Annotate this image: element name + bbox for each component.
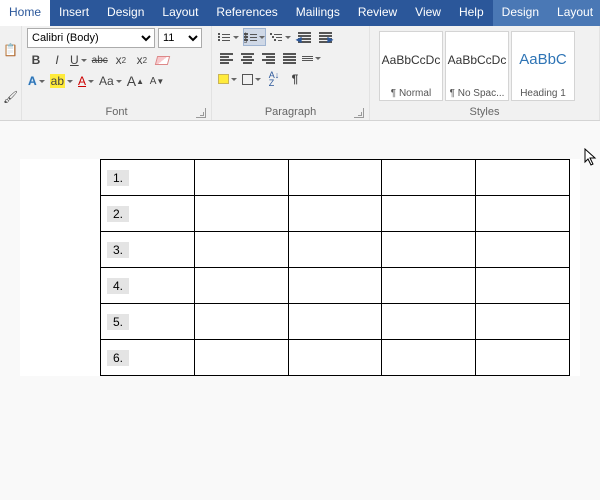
- tab-home[interactable]: Home: [0, 0, 50, 26]
- paragraph-dialog-launcher[interactable]: [354, 108, 364, 118]
- bullets-button[interactable]: [217, 28, 240, 46]
- show-marks-button[interactable]: ¶: [286, 70, 304, 88]
- justify-icon: [283, 53, 296, 64]
- tab-table-layout[interactable]: Layout: [548, 0, 600, 26]
- style-heading-1[interactable]: AaBbCHeading 1: [511, 31, 575, 101]
- increase-indent-button[interactable]: ▶: [316, 28, 334, 46]
- align-left-icon: [220, 53, 233, 64]
- multilevel-list-button[interactable]: [269, 28, 292, 46]
- table-row: 3.: [101, 232, 570, 268]
- table-row: 5.: [101, 304, 570, 340]
- align-left-button[interactable]: [217, 49, 235, 67]
- sort-icon: A↓Z: [269, 71, 280, 87]
- text-effects-button[interactable]: A: [27, 72, 46, 90]
- sort-button[interactable]: A↓Z: [265, 70, 283, 88]
- style-no-spacing[interactable]: AaBbCcDc¶ No Spac...: [445, 31, 509, 101]
- line-spacing-icon: [302, 56, 313, 61]
- italic-button[interactable]: I: [48, 51, 66, 69]
- align-center-button[interactable]: [238, 49, 256, 67]
- font-size-select[interactable]: 11: [158, 28, 202, 48]
- ribbon-tabs: Home Insert Design Layout References Mai…: [0, 0, 600, 26]
- decrease-indent-icon: ◀: [298, 32, 311, 43]
- justify-button[interactable]: [280, 49, 298, 67]
- bucket-icon: [218, 74, 229, 84]
- paste-button[interactable]: 📋: [2, 41, 20, 59]
- paragraph-group-label: Paragraph: [217, 104, 364, 120]
- superscript-button[interactable]: x2: [133, 51, 151, 69]
- font-group-label: Font: [27, 104, 206, 120]
- multilevel-icon: [270, 33, 283, 41]
- clear-formatting-button[interactable]: [154, 51, 172, 69]
- increase-indent-icon: ▶: [319, 32, 332, 43]
- change-case-button[interactable]: Aa: [98, 72, 123, 90]
- shrink-font-button[interactable]: A▼: [148, 72, 166, 90]
- styles-group: AaBbCcDc¶ Normal AaBbCcDc¶ No Spac... Aa…: [370, 26, 600, 120]
- numbering-button[interactable]: 123: [243, 28, 266, 46]
- font-dialog-launcher[interactable]: [196, 108, 206, 118]
- align-right-icon: [262, 53, 275, 64]
- align-center-icon: [241, 53, 254, 64]
- borders-button[interactable]: [241, 70, 262, 88]
- tab-help[interactable]: Help: [450, 0, 493, 26]
- clipboard-col: 📋 🖌: [0, 26, 22, 120]
- font-name-select[interactable]: Calibri (Body): [27, 28, 155, 48]
- tab-design[interactable]: Design: [98, 0, 153, 26]
- tab-layout[interactable]: Layout: [153, 0, 207, 26]
- eraser-icon: [155, 56, 170, 65]
- subscript-button[interactable]: x2: [112, 51, 130, 69]
- highlight-button[interactable]: ab: [49, 72, 74, 90]
- format-painter-button[interactable]: 🖌: [2, 88, 20, 106]
- borders-icon: [242, 74, 253, 85]
- font-group: Calibri (Body) 11 B I U abc x2 x2 A ab A…: [22, 26, 212, 120]
- style-normal[interactable]: AaBbCcDc¶ Normal: [379, 31, 443, 101]
- numbering-icon: 123: [244, 33, 257, 41]
- decrease-indent-button[interactable]: ◀: [295, 28, 313, 46]
- tab-mailings[interactable]: Mailings: [287, 0, 349, 26]
- shading-button[interactable]: [217, 70, 238, 88]
- font-color-button[interactable]: A: [77, 72, 95, 90]
- underline-button[interactable]: U: [69, 51, 88, 69]
- paragraph-group: 123 ◀ ▶ A↓Z ¶ Paragraph: [212, 26, 370, 120]
- table-row: 2.: [101, 196, 570, 232]
- table-row: 6.: [101, 340, 570, 376]
- line-spacing-button[interactable]: [301, 49, 322, 67]
- tab-table-design[interactable]: Design: [493, 0, 548, 26]
- grow-font-button[interactable]: A▲: [126, 72, 145, 90]
- document-table[interactable]: 1. 2. 3. 4. 5. 6.: [100, 159, 570, 376]
- table-row: 1.: [101, 160, 570, 196]
- tab-insert[interactable]: Insert: [50, 0, 98, 26]
- bullets-icon: [218, 33, 231, 41]
- strikethrough-button[interactable]: abc: [91, 51, 109, 69]
- bold-button[interactable]: B: [27, 51, 45, 69]
- tab-review[interactable]: Review: [349, 0, 406, 26]
- table-row: 4.: [101, 268, 570, 304]
- document-area[interactable]: 1. 2. 3. 4. 5. 6.: [0, 121, 600, 500]
- align-right-button[interactable]: [259, 49, 277, 67]
- tab-view[interactable]: View: [406, 0, 450, 26]
- tab-references[interactable]: References: [207, 0, 286, 26]
- ribbon: 📋 🖌 Calibri (Body) 11 B I U abc x2 x2 A …: [0, 26, 600, 121]
- styles-group-label: Styles: [375, 104, 594, 120]
